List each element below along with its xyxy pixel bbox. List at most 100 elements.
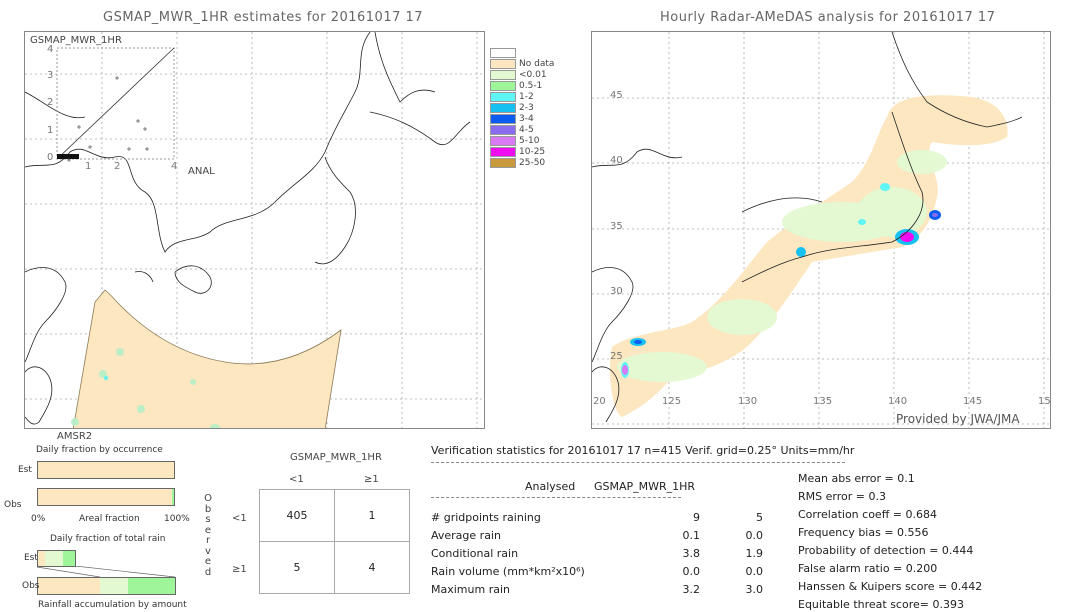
left-map-title: GSMAP_MWR_1HR estimates for 20161017 17 bbox=[103, 10, 424, 25]
sensor-label: AMSR2 bbox=[57, 431, 93, 442]
total-rain-est-bar bbox=[37, 550, 76, 567]
col-divider bbox=[431, 497, 681, 498]
score: Hanssen & Kuipers score = 0.442 bbox=[798, 580, 983, 593]
legend-swatch bbox=[490, 70, 516, 80]
lat-tick: 40 bbox=[610, 155, 623, 166]
stat-model: 3.0 bbox=[745, 583, 764, 596]
inset-y-tick: 4 bbox=[47, 44, 54, 55]
stat-label: Average rain bbox=[431, 529, 501, 542]
lat-tick: 35 bbox=[610, 221, 623, 232]
legend-label: <0.01 bbox=[519, 70, 547, 80]
legend-swatch bbox=[490, 59, 516, 69]
legend-label: No data bbox=[519, 59, 555, 69]
occurrence-obs-label: Obs bbox=[4, 500, 22, 510]
legend-swatch bbox=[490, 114, 516, 124]
scatter-diagonal bbox=[56, 47, 175, 160]
stat-label: Maximum rain bbox=[431, 583, 510, 596]
legend-swatch bbox=[490, 125, 516, 135]
occurrence-obs-bar bbox=[37, 488, 175, 506]
contingency-cell: 5 bbox=[259, 541, 335, 594]
legend-swatch bbox=[490, 147, 516, 157]
total-rain-obs-label: Obs bbox=[22, 581, 40, 591]
lat-tick: 45 bbox=[610, 90, 623, 101]
stat-analysed: 0.0 bbox=[682, 565, 701, 578]
contingency-title: GSMAP_MWR_1HR bbox=[290, 452, 382, 463]
axis-mid: Areal fraction bbox=[79, 514, 140, 524]
inset-y-tick: 3 bbox=[47, 70, 54, 81]
legend-swatch bbox=[490, 136, 516, 146]
occurrence-est-label: Est bbox=[18, 465, 32, 475]
lon-tick: 140 bbox=[888, 396, 908, 407]
inset-x-tick: 4 bbox=[171, 161, 178, 172]
occurrence-title: Daily fraction by occurrence bbox=[36, 445, 163, 455]
stat-analysed: 0.1 bbox=[682, 529, 701, 542]
scatter-cluster bbox=[57, 154, 79, 159]
right-map-graphics bbox=[592, 32, 1050, 428]
inset-label: GSMAP_MWR_1HR bbox=[30, 35, 122, 46]
total-rain-est-label: Est bbox=[24, 553, 38, 563]
legend-swatch bbox=[490, 92, 516, 102]
header-divider bbox=[431, 462, 845, 463]
occurrence-est-bar bbox=[37, 461, 175, 479]
score: Mean abs error = 0.1 bbox=[798, 472, 915, 485]
lon-tick: 125 bbox=[662, 396, 682, 407]
lat-tick: 20 bbox=[593, 396, 606, 407]
stat-label: Rain volume (mm*km²x10⁶) bbox=[431, 565, 585, 578]
legend-label: 1-2 bbox=[519, 92, 534, 102]
credit-label: Provided by JWA/JMA bbox=[896, 412, 1020, 426]
contingency-cell: 1 bbox=[334, 489, 410, 542]
inset-y-tick: 1 bbox=[47, 125, 54, 136]
legend-swatch bbox=[490, 48, 516, 58]
right-map: 45 40 35 30 25 20 125 130 135 140 145 15… bbox=[591, 31, 1051, 429]
lon-tick: 130 bbox=[738, 396, 758, 407]
legend-swatch bbox=[490, 103, 516, 113]
axis-right: 100% bbox=[164, 514, 190, 524]
accumulation-label: Rainfall accumulation by amount bbox=[38, 600, 187, 610]
stat-analysed: 3.8 bbox=[682, 547, 701, 560]
axis-left: 0% bbox=[31, 514, 46, 524]
stat-label: # gridpoints raining bbox=[431, 511, 541, 524]
stat-model: 0.0 bbox=[745, 565, 764, 578]
stat-model: 5 bbox=[756, 511, 763, 524]
verification-header: Verification statistics for 20161017 17 … bbox=[431, 444, 855, 457]
legend-label: 2-3 bbox=[519, 103, 534, 113]
col-model: GSMAP_MWR_1HR bbox=[594, 480, 696, 493]
satellite-swath bbox=[72, 289, 342, 428]
legend-swatch bbox=[490, 158, 516, 168]
inset-x-tick: 1 bbox=[85, 161, 92, 172]
legend-label: 3-4 bbox=[519, 114, 534, 124]
left-map-graphics bbox=[25, 32, 484, 428]
contingency-cell: 4 bbox=[334, 541, 410, 594]
total-rain-obs-bar bbox=[37, 577, 176, 595]
score: Equitable threat score= 0.393 bbox=[798, 598, 964, 611]
right-map-title: Hourly Radar-AMeDAS analysis for 2016101… bbox=[660, 10, 996, 25]
contingency-col-header: ≥1 bbox=[364, 474, 379, 485]
legend-swatch bbox=[490, 81, 516, 91]
legend-label: 5-10 bbox=[519, 136, 540, 146]
stat-model: 1.9 bbox=[745, 547, 764, 560]
inset-x-label: ANAL bbox=[188, 166, 215, 177]
lat-tick: 25 bbox=[610, 351, 623, 362]
lon-tick: 145 bbox=[963, 396, 983, 407]
contingency-cell: 405 bbox=[259, 489, 335, 542]
score: Probability of detection = 0.444 bbox=[798, 544, 974, 557]
legend-label: 25-50 bbox=[519, 158, 546, 168]
legend-label: 0.5-1 bbox=[519, 81, 543, 91]
score: RMS error = 0.3 bbox=[798, 490, 886, 503]
contingency-col-header: <1 bbox=[289, 474, 304, 485]
total-rain-title: Daily fraction of total rain bbox=[50, 534, 166, 544]
contingency-row-header: <1 bbox=[232, 513, 247, 524]
observed-side-label: Ob se rv ed bbox=[204, 493, 212, 578]
legend-label: 10-25 bbox=[519, 147, 546, 157]
inset-y-tick: 2 bbox=[47, 97, 54, 108]
col-analysed: Analysed bbox=[525, 480, 576, 493]
inset-y-tick: 0 bbox=[47, 152, 54, 163]
stat-label: Conditional rain bbox=[431, 547, 519, 560]
score: Frequency bias = 0.556 bbox=[798, 526, 929, 539]
lon-tick: 15 bbox=[1038, 396, 1051, 407]
contingency-row-header: ≥1 bbox=[232, 564, 247, 575]
stat-model: 0.0 bbox=[745, 529, 764, 542]
lat-tick: 30 bbox=[610, 286, 623, 297]
lon-tick: 135 bbox=[813, 396, 833, 407]
stat-analysed: 9 bbox=[693, 511, 700, 524]
